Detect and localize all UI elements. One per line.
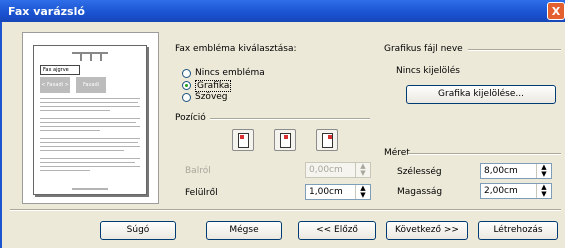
position-right-icon xyxy=(322,133,333,148)
height-label: Magasság xyxy=(397,187,443,197)
emblem-heading: Fax embléma kiválasztása: xyxy=(175,44,297,54)
position-left-button[interactable] xyxy=(232,129,254,151)
radio-graphic-label: Grafika xyxy=(195,80,232,92)
from-left-spinner: 0,00cm ▲ ▼ xyxy=(305,162,371,178)
next-button[interactable]: Következő >> xyxy=(386,221,468,240)
window-title: Fax varázsló xyxy=(8,5,85,18)
position-separator xyxy=(210,118,370,120)
from-left-value: 0,00cm xyxy=(309,165,343,175)
height-value: 2,00cm xyxy=(484,186,518,196)
position-center-icon xyxy=(280,133,291,148)
preview-block-right: Faxadi xyxy=(76,77,106,93)
create-button[interactable]: Létrehozás xyxy=(478,221,558,240)
graphic-file-separator xyxy=(468,49,561,51)
height-spinner[interactable]: 2,00cm ▲ ▼ xyxy=(480,183,552,199)
radio-text-label: Szöveg xyxy=(195,92,228,102)
graphic-file-heading: Grafikus fájl neve xyxy=(384,44,463,54)
radio-no-emblem[interactable] xyxy=(182,69,191,78)
width-spinner[interactable]: 8,00cm ▲ ▼ xyxy=(480,163,552,179)
fax-wizard-dialog: Fax ajgrve < Faxadi > Faxadi Fax embléma… xyxy=(0,22,565,248)
previous-button[interactable]: << Előző xyxy=(298,221,376,240)
close-button[interactable]: X xyxy=(547,2,565,20)
radio-text[interactable] xyxy=(182,93,191,102)
select-graphic-button[interactable]: Grafika kijelölése... xyxy=(406,85,556,104)
preview-sheet: Fax ajgrve < Faxadi > Faxadi xyxy=(33,45,147,195)
width-value: 8,00cm xyxy=(484,166,518,176)
position-center-button[interactable] xyxy=(274,129,296,151)
close-icon: X xyxy=(551,5,561,18)
cancel-button[interactable]: Mégse xyxy=(206,221,282,240)
graphic-file-status: Nincs kijelölés xyxy=(396,66,460,76)
position-right-button[interactable] xyxy=(316,129,338,151)
page-preview: Fax ajgrve < Faxadi > Faxadi xyxy=(22,32,159,204)
preview-text-line xyxy=(40,98,140,99)
radio-no-emblem-label: Nincs embléma xyxy=(195,68,265,78)
preview-block-left: < Faxadi > xyxy=(40,77,70,93)
preview-logo-graphic xyxy=(72,52,108,63)
from-top-spinner[interactable]: 1,00cm ▲ ▼ xyxy=(305,184,371,200)
title-bar: Fax varázsló X xyxy=(0,0,565,22)
footer-separator xyxy=(10,209,561,211)
from-top-label: Felülről xyxy=(185,188,218,198)
preview-footer xyxy=(72,188,108,190)
preview-fax-label: Fax ajgrve xyxy=(40,65,80,75)
size-separator xyxy=(408,153,561,155)
position-left-icon xyxy=(238,133,249,148)
from-left-label: Balról xyxy=(185,166,211,176)
position-heading: Pozíció xyxy=(175,113,206,123)
size-heading: Méret xyxy=(384,148,410,158)
help-button[interactable]: Súgó xyxy=(100,221,176,240)
from-top-value: 1,00cm xyxy=(309,187,343,197)
width-label: Szélesség xyxy=(397,167,442,177)
radio-graphic[interactable] xyxy=(182,81,191,90)
